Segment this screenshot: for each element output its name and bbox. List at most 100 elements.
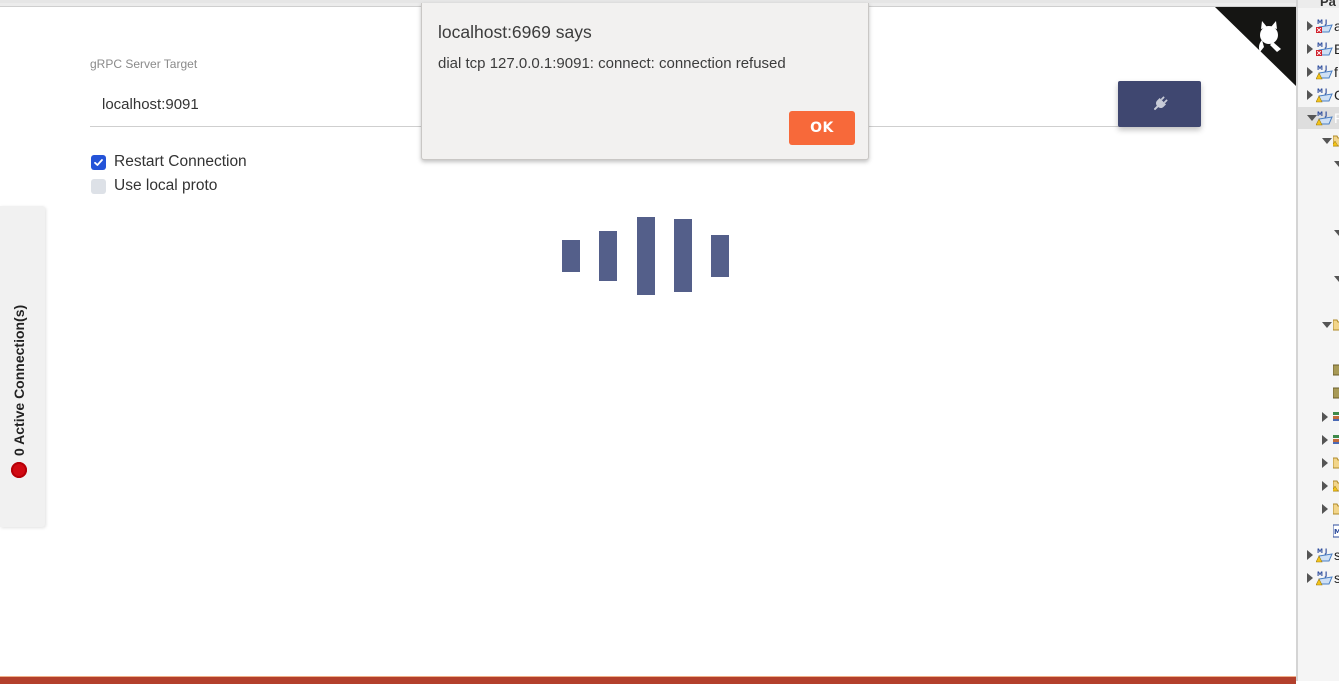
collapse-arrow-icon[interactable] xyxy=(1307,550,1313,560)
tree-item-label: s xyxy=(1334,547,1339,563)
collapse-arrow-icon[interactable] xyxy=(1322,412,1328,422)
active-connections-label: 0 Active Connection(s) xyxy=(11,304,27,456)
tree-item[interactable]: MJs xyxy=(1298,567,1339,589)
plug-icon xyxy=(1153,96,1168,111)
package-explorer-title: Pa xyxy=(1320,0,1336,9)
maven-project-warning-icon: MJ xyxy=(1315,64,1333,80)
alert-title: localhost:6969 says xyxy=(438,22,592,42)
svg-text:J: J xyxy=(1324,548,1327,555)
expand-arrow-icon[interactable] xyxy=(1322,138,1332,144)
tree-item[interactable] xyxy=(1298,452,1339,474)
collapse-arrow-icon[interactable] xyxy=(1322,504,1328,514)
maven-project-error-icon: MJ xyxy=(1316,41,1333,57)
expand-arrow-icon[interactable] xyxy=(1334,276,1339,282)
github-corner-link[interactable] xyxy=(1215,7,1296,86)
tree-item[interactable] xyxy=(1298,222,1339,244)
library-icon xyxy=(1333,432,1339,448)
checkbox-unchecked-icon[interactable] xyxy=(91,178,106,194)
tree-item[interactable]: M xyxy=(1298,521,1339,543)
tree-item[interactable] xyxy=(1298,130,1339,152)
svg-text:M: M xyxy=(1317,19,1323,26)
library-icon xyxy=(1333,409,1339,425)
collapse-arrow-icon[interactable] xyxy=(1307,44,1313,54)
tree-item[interactable]: MJf xyxy=(1298,61,1339,83)
svg-text:J: J xyxy=(1324,19,1327,26)
package-folder-icon xyxy=(1332,317,1339,333)
loader-bar xyxy=(674,219,692,292)
restart-connection-label: Restart Connection xyxy=(114,153,247,170)
svg-text:J: J xyxy=(1324,42,1327,49)
maven-project-warning-icon: MJ xyxy=(1315,570,1333,586)
github-corner-triangle xyxy=(1215,7,1296,86)
tree-item[interactable] xyxy=(1298,314,1339,336)
expand-arrow-icon[interactable] xyxy=(1322,322,1332,328)
tree-item-label: a xyxy=(1334,18,1339,34)
maven-project-warning-icon: MJ xyxy=(1315,110,1333,126)
loader-bar xyxy=(562,240,580,272)
package-folder-warning-icon xyxy=(1331,133,1339,149)
svg-text:J: J xyxy=(1324,65,1327,72)
jar-icon xyxy=(1332,363,1339,379)
alert-dialog: localhost:6969 says dial tcp 127.0.0.1:9… xyxy=(421,3,869,160)
folder-icon xyxy=(1332,501,1339,517)
folder-icon xyxy=(1332,455,1339,471)
tree-item-label: C xyxy=(1334,87,1339,103)
svg-text:M: M xyxy=(1317,65,1323,72)
restart-connection-checkbox[interactable]: Restart Connection xyxy=(91,153,247,171)
collapse-arrow-icon[interactable] xyxy=(1307,67,1313,77)
tree-item[interactable] xyxy=(1298,498,1339,520)
tree-item[interactable] xyxy=(1298,475,1339,497)
svg-text:J: J xyxy=(1324,88,1327,95)
eclipse-package-explorer: Pa MJaMJEMJfMJCMJFMMJsMJs xyxy=(1296,0,1339,681)
tree-item[interactable] xyxy=(1298,153,1339,175)
svg-text:M: M xyxy=(1317,571,1323,578)
tree-item[interactable] xyxy=(1298,429,1339,451)
svg-text:M: M xyxy=(1317,88,1323,95)
tree-item[interactable]: MJa xyxy=(1298,15,1339,37)
tree-item[interactable]: MJC xyxy=(1298,84,1339,106)
tree-item-label: F xyxy=(1334,110,1339,126)
folder-warning-icon xyxy=(1331,478,1339,494)
taskbar-strip xyxy=(0,676,1296,684)
collapse-arrow-icon[interactable] xyxy=(1322,481,1328,491)
collapse-arrow-icon[interactable] xyxy=(1322,435,1328,445)
alert-message: dial tcp 127.0.0.1:9091: connect: connec… xyxy=(438,55,786,72)
svg-text:M: M xyxy=(1317,42,1323,49)
jar-icon xyxy=(1332,386,1339,402)
svg-text:J: J xyxy=(1324,571,1327,578)
collapse-arrow-icon[interactable] xyxy=(1307,21,1313,31)
tree-item-label: E xyxy=(1334,41,1339,57)
tree-item-label: s xyxy=(1334,570,1339,586)
maven-pom-icon: M xyxy=(1332,524,1339,540)
connect-button[interactable] xyxy=(1118,81,1201,127)
tree-item[interactable] xyxy=(1298,268,1339,290)
tree-item-label: f xyxy=(1334,64,1338,80)
alert-ok-button[interactable]: OK xyxy=(789,111,855,145)
grpc-client-page: gRPC Server Target Restart Connection Us… xyxy=(0,0,1296,684)
tree-item[interactable] xyxy=(1298,360,1339,382)
checkbox-checked-icon[interactable] xyxy=(91,154,106,170)
tree-item[interactable] xyxy=(1298,406,1339,428)
maven-project-warning-icon: MJ xyxy=(1315,87,1333,103)
loader-bar xyxy=(711,235,729,277)
collapse-arrow-icon[interactable] xyxy=(1322,458,1328,468)
collapse-arrow-icon[interactable] xyxy=(1307,90,1313,100)
svg-text:J: J xyxy=(1324,111,1327,118)
collapse-arrow-icon[interactable] xyxy=(1307,573,1313,583)
tree-item[interactable]: MJF xyxy=(1298,107,1339,129)
tree-item[interactable] xyxy=(1298,383,1339,405)
use-local-proto-checkbox[interactable]: Use local proto xyxy=(91,177,217,195)
package-explorer-header: Pa xyxy=(1298,0,1339,9)
server-target-label: gRPC Server Target xyxy=(90,57,198,71)
loader-bar xyxy=(599,231,617,281)
use-local-proto-label: Use local proto xyxy=(114,177,218,194)
svg-text:M: M xyxy=(1317,548,1323,555)
maven-project-error-icon: MJ xyxy=(1316,18,1333,34)
active-connections-tab[interactable]: 0 Active Connection(s) xyxy=(0,206,45,527)
tree-item[interactable]: MJE xyxy=(1298,38,1339,60)
connection-status-dot xyxy=(11,462,27,478)
tree-item[interactable]: MJs xyxy=(1298,544,1339,566)
loader-bar xyxy=(637,217,655,295)
expand-arrow-icon[interactable] xyxy=(1334,230,1339,236)
expand-arrow-icon[interactable] xyxy=(1334,161,1339,167)
